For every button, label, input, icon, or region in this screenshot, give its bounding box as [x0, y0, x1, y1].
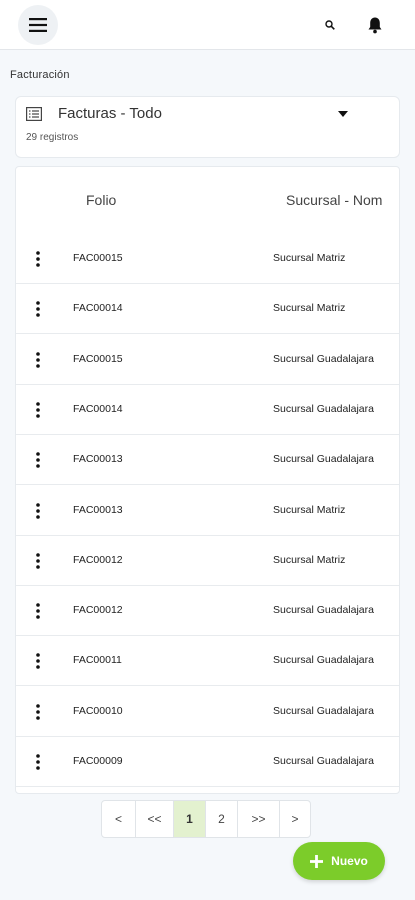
row-actions-button[interactable]: [32, 752, 44, 772]
cell-sucursal: Sucursal Guadalajara: [273, 704, 374, 717]
cell-sucursal: Sucursal Guadalajara: [273, 654, 374, 667]
menu-button[interactable]: [18, 5, 58, 45]
table-row[interactable]: FAC00015 Sucursal Guadalajara: [16, 335, 399, 385]
search-button[interactable]: [320, 15, 340, 35]
invoices-table: Folio Sucursal - Nom FAC00015 Sucursal Ma…: [15, 166, 400, 794]
table-row[interactable]: FAC00014 Sucursal Matriz: [16, 284, 399, 335]
cell-folio: FAC00012: [73, 604, 123, 617]
row-actions-button[interactable]: [32, 249, 44, 269]
page-button[interactable]: >>: [238, 801, 280, 837]
cell-folio: FAC00009: [73, 755, 123, 767]
cell-sucursal: Sucursal Matriz: [273, 302, 346, 315]
caret-down-icon[interactable]: [336, 107, 350, 121]
cell-sucursal: Sucursal Guadalajara: [273, 755, 374, 767]
pagination: < << 1 2 >> >: [101, 800, 311, 838]
kebab-menu-icon: [36, 251, 40, 267]
row-actions-button[interactable]: [32, 702, 44, 722]
cell-sucursal: Sucursal Matriz: [273, 503, 346, 516]
table-row[interactable]: FAC00009 Sucursal Guadalajara: [16, 737, 399, 787]
cell-folio: FAC00015: [73, 352, 123, 365]
table-row[interactable]: FAC00012 Sucursal Guadalajara: [16, 586, 399, 637]
column-header-folio[interactable]: Folio: [86, 192, 116, 208]
cell-sucursal: Sucursal Matriz: [273, 553, 346, 566]
kebab-menu-icon: [36, 402, 40, 418]
cell-folio: FAC00011: [73, 654, 122, 667]
table-row[interactable]: FAC00014 Sucursal Guadalajara: [16, 385, 399, 435]
page-button[interactable]: 1: [174, 801, 206, 837]
table-row[interactable]: FAC00013 Sucursal Matriz: [16, 486, 399, 536]
cell-folio: FAC00015: [73, 252, 123, 264]
new-button[interactable]: Nuevo: [293, 842, 385, 880]
kebab-menu-icon: [36, 502, 40, 519]
table-row[interactable]: FAC00015 Sucursal Matriz: [16, 234, 399, 284]
bell-icon: [368, 17, 382, 34]
notifications-button[interactable]: [364, 13, 386, 37]
kebab-menu-icon: [36, 603, 40, 619]
page-button[interactable]: <<: [136, 801, 174, 837]
row-actions-button[interactable]: [32, 601, 44, 621]
page-button[interactable]: >: [280, 801, 310, 837]
cell-folio: FAC00010: [73, 704, 123, 717]
search-icon: [325, 20, 335, 30]
list-icon: [26, 107, 42, 121]
record-count: 29 registros: [26, 132, 79, 143]
new-button-label: Nuevo: [331, 854, 368, 868]
page-button[interactable]: 2: [206, 801, 238, 837]
kebab-menu-icon: [36, 452, 40, 468]
row-actions-button[interactable]: [32, 400, 44, 420]
cell-sucursal: Sucursal Guadalajara: [273, 352, 374, 365]
plus-icon: [310, 854, 324, 868]
column-header-sucursal[interactable]: Sucursal - Nom: [286, 192, 382, 208]
cell-folio: FAC00014: [73, 302, 123, 315]
row-actions-button[interactable]: [32, 551, 44, 571]
kebab-menu-icon: [36, 552, 40, 569]
hamburger-icon: [29, 18, 47, 32]
kebab-menu-icon: [36, 301, 40, 318]
cell-sucursal: Sucursal Guadalajara: [273, 453, 374, 466]
cell-sucursal: Sucursal Guadalajara: [273, 604, 374, 617]
row-actions-button[interactable]: [32, 651, 44, 671]
view-selector[interactable]: Facturas - Todo 29 registros: [15, 96, 400, 158]
table-row[interactable]: FAC00011 Sucursal Guadalajara: [16, 636, 399, 687]
table-row[interactable]: FAC00013 Sucursal Guadalajara: [16, 435, 399, 486]
kebab-menu-icon: [36, 703, 40, 720]
page-button[interactable]: <: [102, 801, 136, 837]
table-row[interactable]: FAC00010 Sucursal Guadalajara: [16, 687, 399, 737]
row-actions-button[interactable]: [32, 501, 44, 521]
view-selector-title: Facturas - Todo: [58, 105, 162, 122]
kebab-menu-icon: [36, 351, 40, 368]
cell-folio: FAC00013: [73, 503, 123, 516]
row-actions-button[interactable]: [32, 299, 44, 319]
page-title: Facturación: [10, 69, 70, 81]
kebab-menu-icon: [36, 653, 40, 670]
cell-folio: FAC00012: [73, 553, 123, 566]
top-app-bar: [0, 0, 415, 50]
cell-folio: FAC00013: [73, 453, 123, 466]
row-actions-button[interactable]: [32, 450, 44, 470]
cell-sucursal: Sucursal Matriz: [273, 252, 346, 264]
row-actions-button[interactable]: [32, 350, 44, 370]
table-row[interactable]: FAC00012 Sucursal Matriz: [16, 536, 399, 586]
cell-folio: FAC00014: [73, 402, 123, 415]
cell-sucursal: Sucursal Guadalajara: [273, 402, 374, 415]
kebab-menu-icon: [36, 754, 40, 770]
